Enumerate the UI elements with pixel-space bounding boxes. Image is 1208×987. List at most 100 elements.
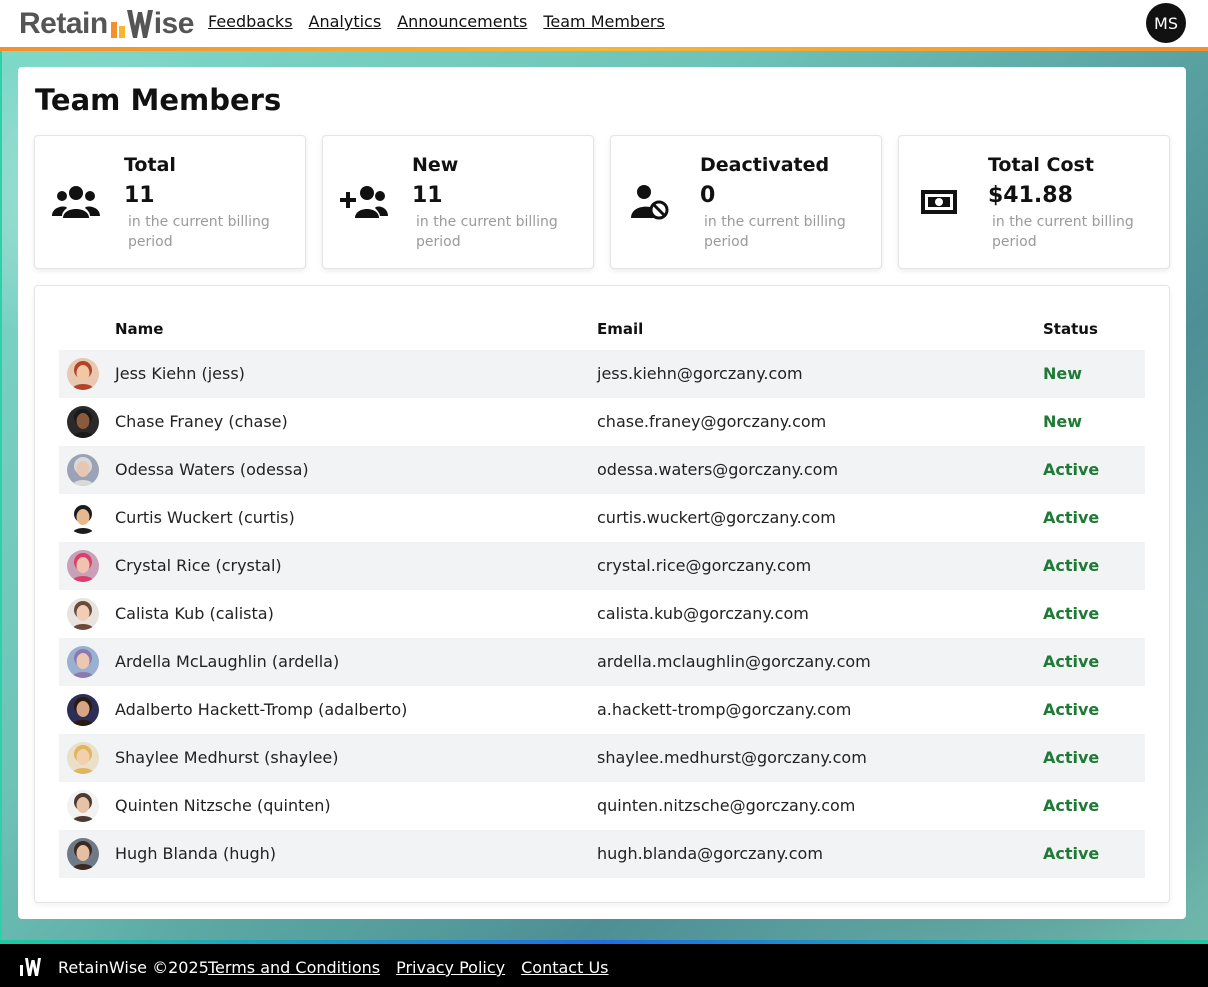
column-header-name[interactable]: Name	[115, 320, 163, 338]
stat-title: Total	[124, 154, 176, 176]
team-members-table: Name Email Status Jess Kiehn (jess) jess.…	[34, 285, 1170, 903]
background-edge	[0, 51, 2, 940]
table-row[interactable]: Adalberto Hackett-Tromp (adalberto) a.hac…	[59, 686, 1145, 734]
stat-card-deactivated: Deactivated 0 in the current billing per…	[610, 135, 882, 269]
stat-title: New	[412, 154, 459, 176]
table-row[interactable]: Quinten Nitzsche (quinten) quinten.nitzsc…	[59, 782, 1145, 830]
member-status-badge: Active	[1043, 556, 1100, 575]
table-row[interactable]: Odessa Waters (odessa) odessa.waters@gorc…	[59, 446, 1145, 494]
table-row[interactable]: Shaylee Medhurst (shaylee) shaylee.medhur…	[59, 734, 1145, 782]
stat-value: 11	[412, 183, 443, 208]
member-status-badge: Active	[1043, 652, 1100, 671]
member-email: quinten.nitzsche@gorczany.com	[597, 796, 856, 815]
member-avatar	[67, 742, 99, 774]
member-email: calista.kub@gorczany.com	[597, 604, 809, 623]
column-header-status[interactable]: Status	[1043, 320, 1098, 338]
stat-subtitle: in the current billing period	[416, 214, 558, 250]
table-row[interactable]: Jess Kiehn (jess) jess.kiehn@gorczany.com…	[59, 350, 1145, 398]
member-status-badge: Active	[1043, 748, 1100, 767]
table-header: Name Email Status	[59, 316, 1145, 350]
member-avatar	[67, 838, 99, 870]
nav-link-feedbacks[interactable]: Feedbacks	[208, 12, 293, 31]
stat-subtitle: in the current billing period	[128, 214, 270, 250]
member-name: Ardella McLaughlin (ardella)	[115, 652, 340, 671]
member-avatar	[67, 502, 99, 534]
member-name: Quinten Nitzsche (quinten)	[115, 796, 331, 815]
member-email: odessa.waters@gorczany.com	[597, 460, 839, 479]
member-email: chase.franey@gorczany.com	[597, 412, 827, 431]
member-email: hugh.blanda@gorczany.com	[597, 844, 823, 863]
stat-subtitle: in the current billing period	[992, 214, 1134, 250]
stat-title: Total Cost	[988, 154, 1094, 176]
stat-value: $41.88	[988, 183, 1073, 208]
member-name: Adalberto Hackett-Tromp (adalberto)	[115, 700, 408, 719]
member-email: ardella.mclaughlin@gorczany.com	[597, 652, 871, 671]
main-panel: Team Members Total 11 in the current bil…	[18, 67, 1186, 919]
member-email: crystal.rice@gorczany.com	[597, 556, 812, 575]
table-row[interactable]: Calista Kub (calista) calista.kub@gorczan…	[59, 590, 1145, 638]
member-avatar	[67, 358, 99, 390]
member-status-badge: Active	[1043, 796, 1100, 815]
member-avatar	[67, 646, 99, 678]
stat-title: Deactivated	[700, 154, 830, 176]
stat-card-new: New 11 in the current billing period	[322, 135, 594, 269]
member-status-badge: Active	[1043, 508, 1100, 527]
footer-logo-icon[interactable]	[19, 956, 41, 978]
column-header-email[interactable]: Email	[597, 320, 643, 338]
footer-link-privacy[interactable]: Privacy Policy	[396, 958, 505, 977]
stats-cards: Total 11 in the current billing period N…	[34, 135, 1170, 269]
footer-link-contact[interactable]: Contact Us	[521, 958, 608, 977]
footer-links: Terms and Conditions Privacy Policy Cont…	[208, 958, 609, 977]
page-title: Team Members	[35, 83, 282, 117]
stat-value: 0	[700, 183, 716, 208]
member-status-badge: Active	[1043, 700, 1100, 719]
users-icon	[51, 184, 101, 220]
main-nav: Feedbacks Analytics Announcements Team M…	[208, 12, 665, 31]
member-email: jess.kiehn@gorczany.com	[597, 364, 803, 383]
table-body: Jess Kiehn (jess) jess.kiehn@gorczany.com…	[59, 350, 1145, 878]
stat-card-total: Total 11 in the current billing period	[34, 135, 306, 269]
member-avatar	[67, 454, 99, 486]
member-status-badge: New	[1043, 364, 1083, 383]
stat-subtitle: in the current billing period	[704, 214, 846, 250]
member-email: curtis.wuckert@gorczany.com	[597, 508, 836, 527]
member-status-badge: Active	[1043, 604, 1100, 623]
table-row[interactable]: Chase Franey (chase) chase.franey@gorczan…	[59, 398, 1145, 446]
nav-link-team-members[interactable]: Team Members	[543, 12, 665, 31]
member-avatar	[67, 790, 99, 822]
table-row[interactable]: Ardella McLaughlin (ardella) ardella.mcla…	[59, 638, 1145, 686]
user-avatar-button[interactable]: MS	[1146, 3, 1186, 43]
table-row[interactable]: Crystal Rice (crystal) crystal.rice@gorcz…	[59, 542, 1145, 590]
member-name: Crystal Rice (crystal)	[115, 556, 282, 575]
member-email: a.hackett-tromp@gorczany.com	[597, 700, 852, 719]
member-name: Chase Franey (chase)	[115, 412, 288, 431]
member-name: Shaylee Medhurst (shaylee)	[115, 748, 339, 767]
retainwise-logo[interactable]: Retain ise	[19, 6, 194, 42]
member-name: Jess Kiehn (jess)	[115, 364, 245, 383]
table-row[interactable]: Curtis Wuckert (curtis) curtis.wuckert@go…	[59, 494, 1145, 542]
logo-w-mark-icon	[109, 8, 153, 40]
member-avatar	[67, 694, 99, 726]
member-status-badge: New	[1043, 412, 1083, 431]
footer-copyright: RetainWise ©2025	[58, 958, 209, 977]
member-name: Curtis Wuckert (curtis)	[115, 508, 295, 527]
member-name: Odessa Waters (odessa)	[115, 460, 309, 479]
footer-link-terms[interactable]: Terms and Conditions	[208, 958, 380, 977]
member-status-badge: Active	[1043, 844, 1100, 863]
money-bill-icon	[915, 184, 965, 220]
nav-link-announcements[interactable]: Announcements	[397, 12, 527, 31]
member-avatar	[67, 406, 99, 438]
user-plus-icon	[339, 184, 389, 220]
user-slash-icon	[627, 184, 677, 220]
member-avatar	[67, 598, 99, 630]
member-name: Calista Kub (calista)	[115, 604, 274, 623]
nav-link-analytics[interactable]: Analytics	[309, 12, 382, 31]
logo-text-retain: Retain	[19, 7, 108, 40]
table-row[interactable]: Hugh Blanda (hugh) hugh.blanda@gorczany.c…	[59, 830, 1145, 878]
member-avatar	[67, 550, 99, 582]
member-email: shaylee.medhurst@gorczany.com	[597, 748, 867, 767]
stat-card-total-cost: Total Cost $41.88 in the current billing…	[898, 135, 1170, 269]
member-status-badge: Active	[1043, 460, 1100, 479]
member-name: Hugh Blanda (hugh)	[115, 844, 277, 863]
top-navigation-bar: Retain ise Feedbacks Analytics Announcem…	[0, 0, 1208, 47]
